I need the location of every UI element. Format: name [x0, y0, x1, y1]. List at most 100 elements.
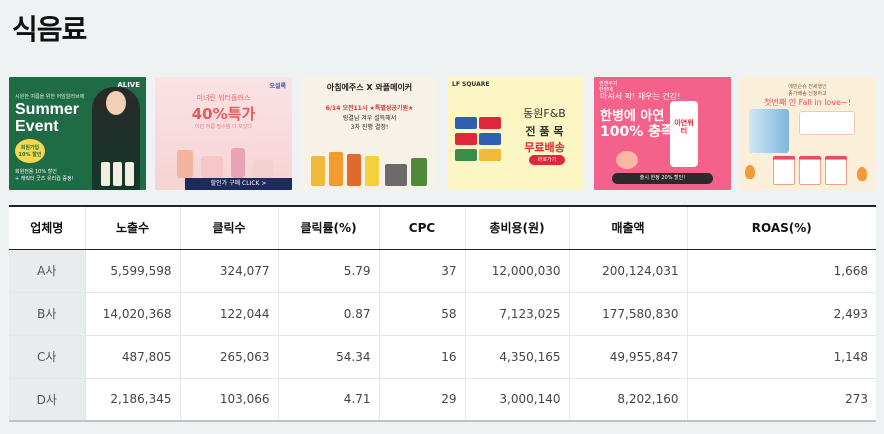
banner-headline: 아침에주스 X 와플메이커: [326, 83, 413, 92]
banner-headline: 첫번째 인 Fall in love~!: [764, 98, 851, 107]
table-cell: 2,186,345: [85, 378, 181, 422]
banner-description: 회원전용 10% 할인 + 캐릭터 굿즈 유리컵 증정!: [15, 169, 74, 182]
table-cell: 37: [379, 249, 466, 293]
table-cell: 16: [379, 335, 466, 379]
table-cell: 8,202,160: [569, 378, 688, 422]
banner-juice-waffle[interactable]: 아침에주스 X 와플메이커 6/14 오전11시 ★특별성공기원★ 링결님 겨우…: [301, 77, 438, 190]
banner-fall-in-love[interactable]: 에빈슨슈 전세행인 종가배송 신청하고 첫번째 인 Fall in love~!: [739, 77, 876, 190]
brand-logo: ALIVE: [117, 81, 140, 89]
benefit-box-icon: [825, 159, 847, 185]
bottle-icon: [113, 162, 122, 186]
waffle-maker-icon: [385, 164, 407, 186]
model-face: [106, 91, 126, 115]
product-bottle-icon: [231, 148, 245, 178]
column-header: 노출수: [85, 207, 181, 250]
column-header: 클릭률(%): [278, 207, 380, 250]
banner-dongwon-free-shipping[interactable]: LF SQUARE 동원F&B 전 품 목 무료배송 바로가기: [447, 77, 584, 190]
table-cell: 4,350,165: [465, 335, 570, 379]
autumn-tree-icon: [857, 167, 867, 181]
product-cup-icon: [177, 150, 193, 178]
product-label: 아연워터: [674, 119, 694, 135]
banner-subtitle: 에빈슨슈 전세행인: [788, 84, 827, 90]
table-cell: 324,077: [180, 249, 279, 293]
product-box-icon: [201, 156, 223, 178]
table-cell: 14,020,368: [85, 292, 181, 336]
table-cell: 58: [379, 292, 466, 336]
company-cell: C사: [9, 335, 86, 379]
discount-badge: 회원가입 10% 할인: [15, 139, 45, 163]
banner-headline: 전 품 목: [525, 125, 564, 138]
page-title: 식음료: [12, 13, 87, 46]
banner-headline: 40%특가: [191, 105, 256, 123]
column-header: 총비용(원): [465, 207, 570, 250]
brand-logo: LF SQUARE: [452, 81, 490, 88]
table-row: B사 14,020,368 122,044 0.87 58 7,123,025 …: [9, 292, 876, 336]
peach-icon: [616, 151, 638, 169]
table-cell: 200,124,031: [569, 249, 688, 293]
product-box-icon: [253, 160, 273, 178]
table-cell: 12,000,030: [465, 249, 570, 293]
banner-subtitle: 미녀린 워터플러스: [196, 94, 251, 102]
tuna-can-icon: [479, 149, 501, 161]
banner-go-button[interactable]: 바로가기: [529, 155, 565, 165]
banner-water-plus-sale[interactable]: 오설록 미녀린 워터플러스 40%특가 이번 여름 필수템 다 모았다 할인가 …: [155, 77, 292, 190]
table-cell: 5,599,598: [85, 249, 181, 293]
column-header: 업체명: [9, 207, 86, 250]
table-cell: 1,148: [687, 335, 876, 379]
banner-brand-name: 동원F&B: [523, 107, 566, 120]
banner-summer-event[interactable]: ALIVE 시원한 여름을 위한 어임알러브에 Summer Event 회원가…: [9, 77, 146, 190]
benefit-box-icon: [799, 159, 821, 185]
column-header: 클릭수: [180, 207, 279, 250]
table-cell: 29: [379, 378, 466, 422]
banner-date: 6/14 오전11시 ★특별성공기원★: [325, 105, 414, 112]
banner-description: 3차 진행 결정!: [350, 124, 389, 131]
table-cell: 103,066: [180, 378, 279, 422]
bottle-icon: [101, 162, 110, 186]
table-cell: 265,063: [180, 335, 279, 379]
table-cell: 49,955,847: [569, 335, 688, 379]
company-cell: D사: [9, 378, 86, 422]
bottle-icon: [125, 162, 134, 186]
table-cell: 1,668: [687, 249, 876, 293]
autumn-tree-icon: [745, 165, 755, 179]
banner-cta-button[interactable]: 출시 한정 20% 할인!: [612, 173, 713, 184]
company-cell: B사: [9, 292, 86, 336]
banner-zinc-water[interactable]: 썬앤무지 한방에 마셔서 꽉! 채우는 건강! 한병에 아연 100% 충족 아…: [594, 77, 731, 190]
table-row: A사 5,599,598 324,077 5.79 37 12,000,030 …: [9, 249, 876, 293]
table-cell: 0.87: [278, 292, 380, 336]
juice-bottle-icon: [365, 156, 379, 186]
table-cell: 3,000,140: [465, 378, 570, 422]
table-header-row: 업체명 노출수 클릭수 클릭률(%) CPC 총비용(원) 매출액 ROAS(%…: [9, 207, 876, 250]
table-cell: 7,123,025: [465, 292, 570, 336]
table-cell: 487,805: [85, 335, 181, 379]
banner-description: 링결님 겨우 설득해서: [342, 115, 397, 122]
company-cell: A사: [9, 249, 86, 293]
table-cell: 2,493: [687, 292, 876, 336]
banner-headline: 무료배송: [524, 141, 565, 154]
table-cell: 54.34: [278, 335, 380, 379]
juice-bottle-icon: [311, 156, 325, 186]
table-cell: 4.71: [278, 378, 380, 422]
column-header: ROAS(%): [687, 207, 876, 250]
tuna-can-icon: [479, 117, 501, 129]
juice-bottle-icon: [347, 154, 361, 186]
banner-strip: ALIVE 시원한 여름을 위한 어임알러브에 Summer Event 회원가…: [9, 77, 876, 190]
banner-cta-button[interactable]: 할인가 구매 CLICK >: [185, 178, 292, 190]
tuna-can-icon: [455, 133, 477, 145]
table-cell: 273: [687, 378, 876, 422]
water-bottle-icon: [749, 109, 789, 153]
table-cell: 5.79: [278, 249, 380, 293]
performance-table: 업체명 노출수 클릭수 클릭률(%) CPC 총비용(원) 매출액 ROAS(%…: [9, 205, 876, 422]
table-cell: 177,580,830: [569, 292, 688, 336]
tuna-can-icon: [455, 149, 477, 161]
tuna-can-icon: [479, 133, 501, 145]
table-row: C사 487,805 265,063 54.34 16 4,350,165 49…: [9, 335, 876, 379]
juice-bottle-icon: [329, 152, 343, 186]
banner-subtitle: 시원한 여름을 위한 어임알러브에: [15, 94, 85, 100]
column-header: 매출액: [569, 207, 688, 250]
juice-bottle-icon: [411, 158, 427, 186]
column-header: CPC: [379, 207, 466, 250]
banner-description: 이번 여름 필수템 다 모았다: [195, 124, 252, 130]
banner-headline: Summer Event: [15, 101, 80, 135]
banner-headline: 100% 충족: [600, 124, 674, 140]
